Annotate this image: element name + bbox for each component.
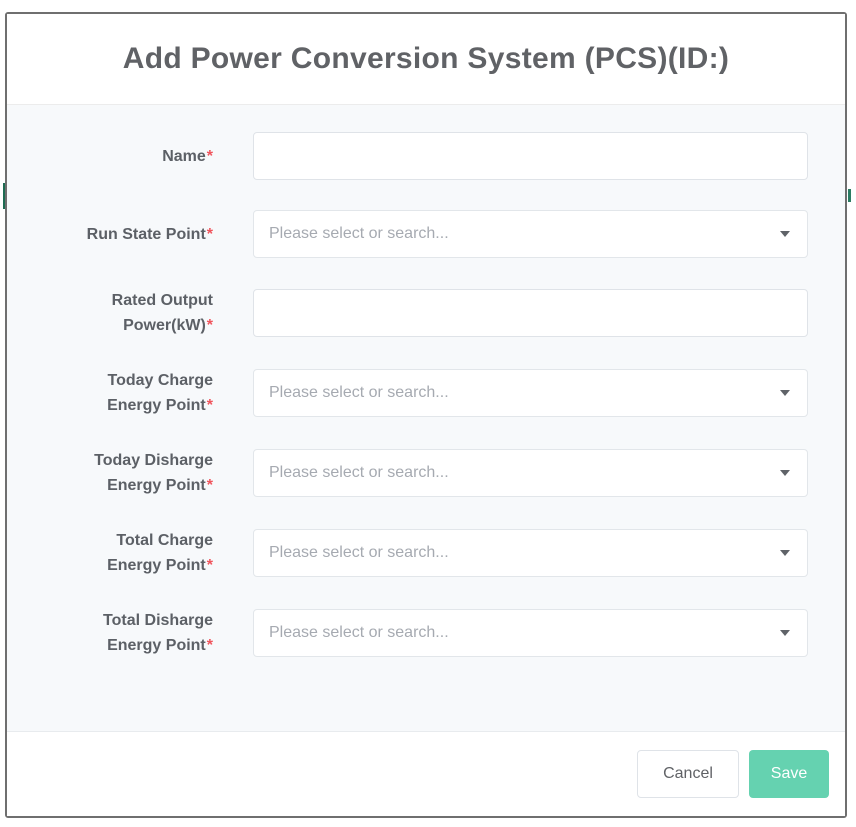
field-control <box>253 289 808 337</box>
select-placeholder: Please select or search... <box>269 464 449 482</box>
field-label-line: Power(kW)* <box>7 313 213 338</box>
form-row-run-state-point: Run State Point* Please select or search… <box>7 210 808 258</box>
field-control: Please select or search... <box>253 210 808 258</box>
required-asterisk: * <box>207 397 213 414</box>
chevron-down-icon <box>780 550 790 556</box>
save-button[interactable]: Save <box>749 750 829 798</box>
field-label-line: Energy Point* <box>7 633 213 658</box>
form-row-total-charge-energy-point: Total ChargeEnergy Point* Please select … <box>7 528 808 578</box>
field-label-line: Today Charge <box>7 368 213 393</box>
field-label: Total DishargeEnergy Point* <box>7 608 213 658</box>
chevron-down-icon <box>780 231 790 237</box>
chevron-down-icon <box>780 630 790 636</box>
chevron-down-icon <box>780 470 790 476</box>
dialog-header: Add Power Conversion System (PCS)(ID:) <box>7 14 845 105</box>
form-row-today-charge-energy-point: Today ChargeEnergy Point* Please select … <box>7 368 808 418</box>
field-label-line: Energy Point* <box>7 473 213 498</box>
required-asterisk: * <box>207 637 213 654</box>
field-label: Run State Point* <box>7 222 213 247</box>
field-label-line: Rated Output <box>7 288 213 313</box>
field-label: Rated OutputPower(kW)* <box>7 288 213 338</box>
field-label-line: Name* <box>7 144 213 169</box>
field-label: Today ChargeEnergy Point* <box>7 368 213 418</box>
field-control: Please select or search... <box>253 449 808 497</box>
select-placeholder: Please select or search... <box>269 225 449 243</box>
field-control: Please select or search... <box>253 369 808 417</box>
required-asterisk: * <box>207 557 213 574</box>
form-row-total-disharge-energy-point: Total DishargeEnergy Point* Please selec… <box>7 608 808 658</box>
form-row-name: Name* <box>7 132 808 180</box>
required-asterisk: * <box>207 148 213 165</box>
required-asterisk: * <box>207 317 213 334</box>
chevron-down-icon <box>780 390 790 396</box>
screen: Add Power Conversion System (PCS)(ID:) N… <box>0 0 856 827</box>
field-label-line: Run State Point* <box>7 222 213 247</box>
select-placeholder: Please select or search... <box>269 544 449 562</box>
rated-output-power-input[interactable] <box>253 289 808 337</box>
field-label: Today DishargeEnergy Point* <box>7 448 213 498</box>
dialog-title: Add Power Conversion System (PCS)(ID:) <box>123 42 729 76</box>
add-pcs-dialog: Add Power Conversion System (PCS)(ID:) N… <box>5 12 847 818</box>
field-label: Name* <box>7 144 213 169</box>
field-label: Total ChargeEnergy Point* <box>7 528 213 578</box>
run-state-point-select[interactable]: Please select or search... <box>253 210 808 258</box>
pcs-form: Name* Run State Point* Please select or … <box>7 132 808 658</box>
field-control: Please select or search... <box>253 609 808 657</box>
required-asterisk: * <box>207 477 213 494</box>
field-control: Please select or search... <box>253 529 808 577</box>
background-artifact-right <box>848 189 851 202</box>
select-placeholder: Please select or search... <box>269 384 449 402</box>
form-row-today-disharge-energy-point: Today DishargeEnergy Point* Please selec… <box>7 448 808 498</box>
select-placeholder: Please select or search... <box>269 624 449 642</box>
field-label-line: Energy Point* <box>7 393 213 418</box>
today-charge-energy-point-select[interactable]: Please select or search... <box>253 369 808 417</box>
field-label-line: Energy Point* <box>7 553 213 578</box>
total-disharge-energy-point-select[interactable]: Please select or search... <box>253 609 808 657</box>
cancel-button[interactable]: Cancel <box>637 750 739 798</box>
today-disharge-energy-point-select[interactable]: Please select or search... <box>253 449 808 497</box>
field-label-line: Total Charge <box>7 528 213 553</box>
name-input[interactable] <box>253 132 808 180</box>
field-control <box>253 132 808 180</box>
dialog-body: Name* Run State Point* Please select or … <box>7 105 845 731</box>
field-label-line: Today Disharge <box>7 448 213 473</box>
form-row-rated-output-power: Rated OutputPower(kW)* <box>7 288 808 338</box>
required-asterisk: * <box>207 226 213 243</box>
total-charge-energy-point-select[interactable]: Please select or search... <box>253 529 808 577</box>
dialog-footer: Cancel Save <box>7 731 845 816</box>
field-label-line: Total Disharge <box>7 608 213 633</box>
